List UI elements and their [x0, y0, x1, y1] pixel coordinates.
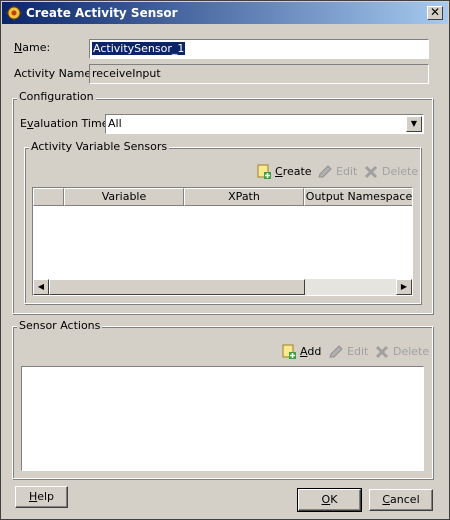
edit-sensor-button[interactable]: Edit — [317, 163, 357, 181]
horizontal-scrollbar[interactable]: ◀ ▶ — [33, 279, 412, 295]
configuration-title: Configuration — [17, 90, 96, 104]
scroll-right-icon[interactable]: ▶ — [396, 279, 412, 295]
table-header-output-namespace[interactable]: Output Namespace — [304, 188, 412, 206]
create-plus-icon — [282, 344, 296, 359]
delete-x-icon — [375, 345, 389, 359]
activity-variable-sensors-title: Activity Variable Sensors — [29, 140, 170, 154]
edit-pencil-icon — [318, 165, 332, 178]
name-input-value: ActivitySensor_1 — [92, 42, 186, 55]
create-button[interactable]: Create — [256, 163, 312, 181]
close-icon: ✕ — [429, 5, 441, 19]
title-bar[interactable]: Create Activity Sensor ✕ — [2, 2, 448, 24]
create-activity-sensor-dialog: Create Activity Sensor ✕ Name: ActivityS… — [0, 0, 450, 520]
delete-sensor-button[interactable]: Delete — [363, 163, 418, 181]
sensor-app-icon — [6, 5, 22, 21]
edit-action-button[interactable]: Edit — [328, 343, 368, 361]
delete-x-icon — [364, 165, 378, 179]
close-button[interactable]: ✕ — [427, 6, 443, 20]
evaluation-time-value: All — [108, 117, 122, 130]
window-title: Create Activity Sensor — [26, 6, 178, 20]
evaluation-time-select[interactable]: All ▼ — [105, 114, 424, 134]
evaluation-time-label: Evaluation Time: — [20, 117, 113, 130]
name-label: Name: — [14, 41, 51, 54]
edit-pencil-icon — [329, 345, 343, 358]
activity-name-field: receiveInput — [89, 64, 429, 84]
name-input[interactable]: ActivitySensor_1 — [89, 39, 429, 59]
cancel-button[interactable]: Cancel — [369, 489, 433, 511]
variable-sensors-table[interactable]: Variable XPath Output Namespace ◀ ▶ — [32, 187, 413, 296]
sensor-actions-title: Sensor Actions — [17, 319, 103, 333]
chevron-down-icon[interactable]: ▼ — [406, 116, 422, 132]
table-header-variable[interactable]: Variable — [64, 188, 184, 206]
create-plus-icon — [257, 164, 271, 179]
activity-name-label: Activity Name: — [14, 67, 95, 80]
delete-action-button[interactable]: Delete — [374, 343, 429, 361]
scroll-thumb[interactable] — [49, 279, 305, 295]
table-header-xpath[interactable]: XPath — [184, 188, 304, 206]
sensor-actions-list[interactable] — [21, 366, 424, 471]
add-label: Add — [300, 345, 322, 358]
help-button[interactable]: Help — [15, 486, 68, 508]
table-header-select[interactable] — [33, 188, 64, 206]
add-action-button[interactable]: Add — [281, 343, 321, 361]
create-label: Create — [275, 165, 312, 178]
scroll-left-icon[interactable]: ◀ — [33, 279, 49, 295]
ok-button[interactable]: OK — [297, 488, 362, 512]
